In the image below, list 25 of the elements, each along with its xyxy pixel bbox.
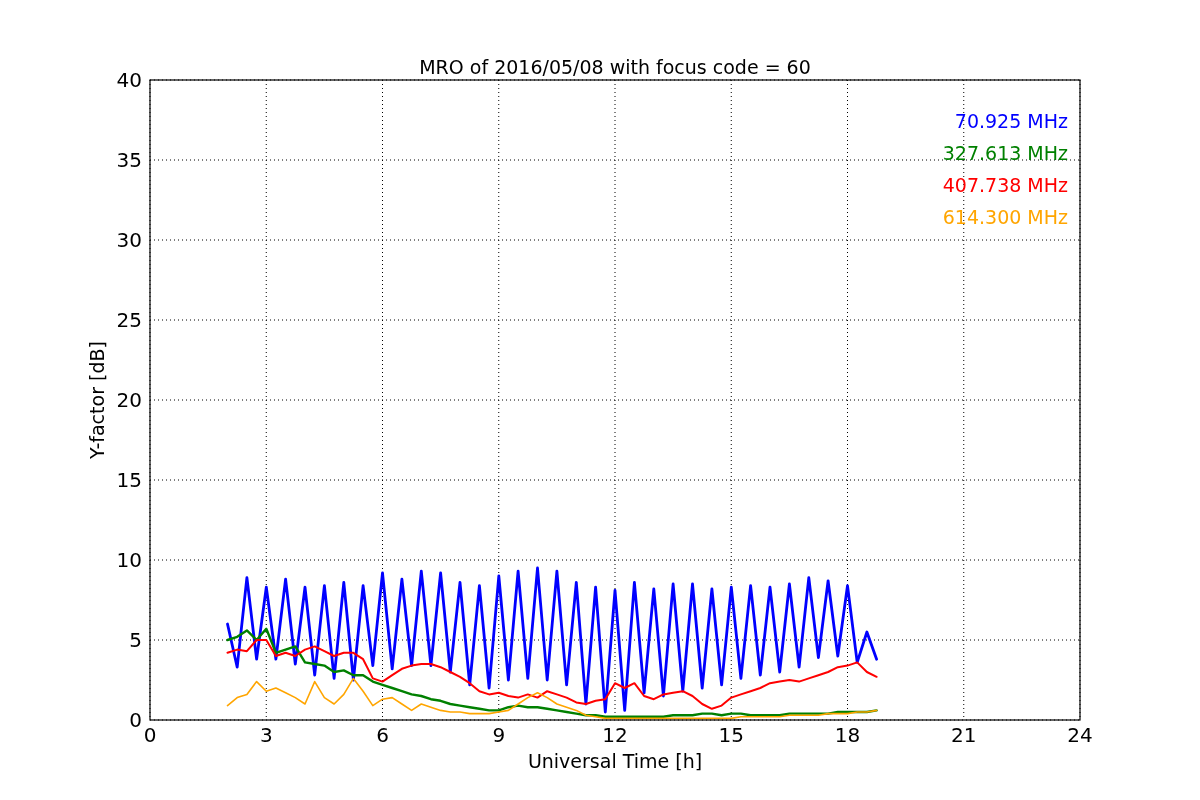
y-tick-label: 15	[116, 468, 142, 492]
legend-label: 614.300 MHz	[942, 206, 1068, 228]
chart-title: MRO of 2016/05/08 with focus code = 60	[419, 56, 811, 78]
y-tick-label: 35	[116, 148, 142, 172]
y-tick-label: 20	[116, 388, 142, 412]
x-tick-label: 12	[602, 723, 628, 747]
x-tick-label: 21	[951, 723, 977, 747]
y-tick-label: 5	[129, 628, 142, 652]
y-axis-label: Y-factor [dB]	[86, 341, 108, 459]
y-tick-label: 30	[116, 228, 142, 252]
y-tick-label: 0	[129, 708, 142, 732]
x-tick-label: 3	[259, 723, 273, 747]
x-tick-label: 24	[1067, 723, 1093, 747]
legend-label: 327.613 MHz	[942, 142, 1068, 164]
y-tick-label: 10	[116, 548, 142, 572]
x-tick-label: 6	[376, 723, 389, 747]
x-tick-label: 15	[718, 723, 744, 747]
y-tick-label: 25	[116, 308, 142, 332]
x-tick-label: 0	[143, 723, 157, 747]
x-axis-label: Universal Time [h]	[527, 750, 703, 772]
legend-label: 407.738 MHz	[942, 174, 1068, 196]
legend-label: 70.925 MHz	[954, 110, 1068, 132]
x-tick-label: 18	[834, 723, 861, 747]
y-tick-label: 40	[116, 68, 142, 92]
x-tick-label: 9	[492, 723, 506, 747]
